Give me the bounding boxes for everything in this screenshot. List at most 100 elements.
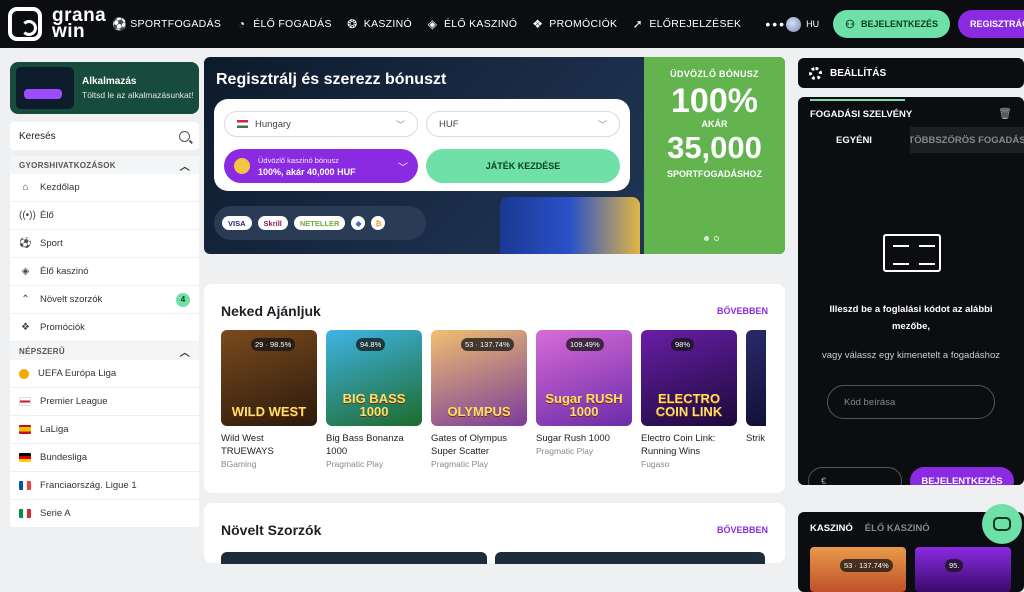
- odds-card[interactable]: [221, 552, 487, 564]
- sidebar-item-ligue-1[interactable]: Franciaország. Ligue 1: [10, 472, 199, 500]
- trash-icon[interactable]: 🗑: [998, 107, 1012, 120]
- game-artwork-title: ELECTRO COIN LINK: [655, 391, 723, 419]
- sidebar-menu: GYORSHIVATKOZÁSOK ︿ ⌂ Kezdőlap ((•)) Élő ⚽ S…: [10, 156, 199, 528]
- sports-bonus-promo[interactable]: ÜDVÖZLŐ BÓNUSZ 100% AKÁR 35,000 SPORTFOG…: [644, 57, 785, 254]
- game-card[interactable]: 29 · 98.5% WILD WEST Wild West TRUEWAYS BGa…: [221, 330, 317, 469]
- sidebar-item-elo-kaszino[interactable]: ◈ Élő kaszinó: [10, 258, 199, 286]
- bonus-select[interactable]: Üdvözlő kaszinó bónusz 100%, akár 40,000…: [224, 149, 418, 183]
- spain-flag-icon: [19, 425, 31, 434]
- nav-elorejelzesek[interactable]: ➚ ELŐREJELZÉSEK: [631, 17, 741, 31]
- odds-card[interactable]: [495, 552, 765, 564]
- nav-elo-fogadas[interactable]: ◔ ÉLŐ FOGADÁS: [235, 17, 332, 31]
- france-flag-icon: [19, 481, 31, 490]
- start-game-button[interactable]: JÁTÉK KEZDÉSE: [426, 149, 620, 183]
- search-icon[interactable]: [179, 130, 190, 142]
- language-selector[interactable]: HU: [786, 16, 819, 32]
- settings-button[interactable]: BEÁLLÍTÁS: [798, 58, 1024, 88]
- game-artwork-title: BIG BASS 1000: [342, 391, 406, 419]
- logo-text-win: win: [52, 21, 86, 42]
- payment-methods: VISA Skrill NETELLER ◆ ₿: [214, 206, 426, 240]
- game-provider: Pragmatic Play: [431, 459, 489, 469]
- game-thumbnail[interactable]: 94.8% BIG BASS 1000: [326, 330, 422, 426]
- soccer-ball-icon: ⚽: [19, 238, 32, 249]
- tab-casino[interactable]: KASZINÓ: [810, 523, 853, 534]
- chevron-down-icon: ﹀: [597, 119, 607, 130]
- login-button[interactable]: ⚇ BEJELENTKEZÉS: [833, 10, 950, 38]
- section-title: Növelt Szorzók: [221, 522, 322, 538]
- nav-sportfogadas[interactable]: ⚽ SPORTFOGADÁS: [112, 16, 221, 31]
- more-link[interactable]: BŐVEBBEN: [717, 525, 768, 535]
- game-card[interactable]: 53 · 137.74% OLYMPUS Gates of Olympus Supe…: [431, 330, 527, 469]
- game-card[interactable]: 94.8% BIG BASS 1000 Big Bass Bonanza 1000 P…: [326, 330, 422, 469]
- rtp-stat-badge: 53 · 137.74%: [461, 338, 514, 351]
- game-thumbnail[interactable]: [746, 330, 766, 426]
- nav-elo-kaszino[interactable]: ◈ ÉLŐ KASZINÓ: [426, 17, 517, 31]
- bet-slip: FOGADÁSI SZELVÉNY 🗑 EGYÉNI TÖBBSZÖRÖS FO…: [798, 97, 1024, 485]
- game-card[interactable]: Strik: [746, 330, 766, 469]
- chevron-up-icon: ︿: [179, 347, 190, 359]
- app-download-banner[interactable]: Alkalmazás Töltsd le az alkalmazásunkat!: [10, 62, 199, 114]
- carousel-dot[interactable]: [714, 236, 719, 241]
- game-title: Gates of Olympus Super Scatter: [431, 433, 508, 457]
- sidebar-item-serie-a[interactable]: Serie A: [10, 500, 199, 528]
- casino-game-thumb[interactable]: 95.: [915, 547, 1011, 592]
- ticket-icon: [883, 234, 941, 272]
- currency-select[interactable]: HUF ﹀: [426, 111, 620, 137]
- more-link[interactable]: BŐVEBBEN: [717, 306, 768, 316]
- sidebar-item-promociok[interactable]: ❖ Promóciók: [10, 314, 199, 342]
- game-thumbnail[interactable]: 109.49% Sugar RUSH 1000: [536, 330, 632, 426]
- hero-title: Regisztrálj és szerezz bónuszt: [216, 71, 447, 88]
- game-thumbnail[interactable]: 53 · 137.74% OLYMPUS: [431, 330, 527, 426]
- bet-slip-login-button[interactable]: BEJELENTKEZÉS: [910, 467, 1014, 485]
- bet-slip-title: FOGADÁSI SZELVÉNY: [810, 109, 913, 120]
- home-icon: ⌂: [22, 182, 29, 193]
- skrill-logo: Skrill: [257, 216, 288, 230]
- tab-single[interactable]: EGYÉNI: [798, 127, 910, 153]
- game-thumbnail[interactable]: 98% ELECTRO COIN LINK: [641, 330, 737, 426]
- game-thumbnail[interactable]: 29 · 98.5% WILD WEST: [221, 330, 317, 426]
- carousel-dot-active[interactable]: [704, 236, 709, 241]
- booking-code-input[interactable]: Kód beírása: [827, 385, 995, 419]
- boosted-odds-section: Növelt Szorzók BŐVEBBEN: [204, 503, 785, 564]
- tab-live-casino[interactable]: ÉLŐ KASZINÓ: [865, 523, 930, 534]
- count-badge: 4: [176, 292, 190, 307]
- popular-header[interactable]: NÉPSZERŰ ︿: [10, 342, 199, 360]
- quick-links-header[interactable]: GYORSHIVATKOZÁSOK ︿: [10, 156, 199, 174]
- country-select[interactable]: Hungary ﹀: [224, 111, 418, 137]
- game-card[interactable]: 98% ELECTRO COIN LINK Electro Coin Link: R…: [641, 330, 737, 469]
- hungary-flag-icon: [237, 120, 248, 128]
- game-title: Sugar Rush 1000: [536, 433, 610, 444]
- game-card[interactable]: 109.49% Sugar RUSH 1000 Sugar Rush 1000 Pra…: [536, 330, 632, 469]
- sidebar-item-premier-league[interactable]: Premier League: [10, 388, 199, 416]
- sidebar-item-elo[interactable]: ((•)) Élő: [10, 202, 199, 230]
- chat-support-button[interactable]: [982, 504, 1022, 544]
- register-button[interactable]: REGISZTRÁCIÓ: [957, 10, 1024, 38]
- sidebar-item-kezdolap[interactable]: ⌂ Kezdőlap: [10, 174, 199, 202]
- section-title: Neked Ajánljuk: [221, 303, 321, 319]
- game-provider: Pragmatic Play: [326, 459, 384, 469]
- sidebar-item-bundesliga[interactable]: Bundesliga: [10, 444, 199, 472]
- quick-register-card: Hungary ﹀ HUF ﹀ Üdvözlő kaszinó bónusz 1…: [214, 99, 630, 191]
- live-signal-icon: ((•)): [19, 210, 36, 221]
- game-artwork-title: Sugar RUSH 1000: [545, 391, 623, 419]
- game-artwork-title: OLYMPUS: [447, 404, 511, 419]
- soccer-ball-icon: ⚽: [112, 16, 128, 31]
- granawin-logo[interactable]: grana win: [8, 6, 106, 42]
- more-menu-icon[interactable]: •••: [765, 16, 786, 32]
- sidebar-item-novelt-szorzok[interactable]: ⌃ Növelt szorzók 4: [10, 286, 199, 314]
- sidebar-item-sport[interactable]: ⚽ Sport: [10, 230, 199, 258]
- germany-flag-icon: [19, 453, 31, 462]
- live-casino-icon: ◈: [21, 266, 30, 277]
- sidebar-search-input[interactable]: Keresés: [10, 122, 199, 150]
- casino-chip-icon: ❂: [347, 16, 358, 31]
- neteller-logo: NETELLER: [293, 216, 346, 230]
- sidebar-item-europa-liga[interactable]: UEFA Európa Liga: [10, 360, 199, 388]
- nav-promociok[interactable]: ❖ PROMÓCIÓK: [531, 17, 617, 31]
- stake-amount-input[interactable]: €: [808, 467, 902, 485]
- tab-multiple[interactable]: TÖBBSZÖRÖS FOGADÁS: [910, 127, 1024, 153]
- welcome-bonus-banner: Regisztrálj és szerezz bónuszt Hungary ﹀…: [204, 57, 785, 254]
- nav-kaszino[interactable]: ❂ KASZINÓ: [346, 16, 412, 31]
- casino-game-thumb[interactable]: 53 · 137.74%: [810, 547, 906, 592]
- sidebar-item-laliga[interactable]: LaLiga: [10, 416, 199, 444]
- game-artwork-title: WILD WEST: [231, 404, 307, 419]
